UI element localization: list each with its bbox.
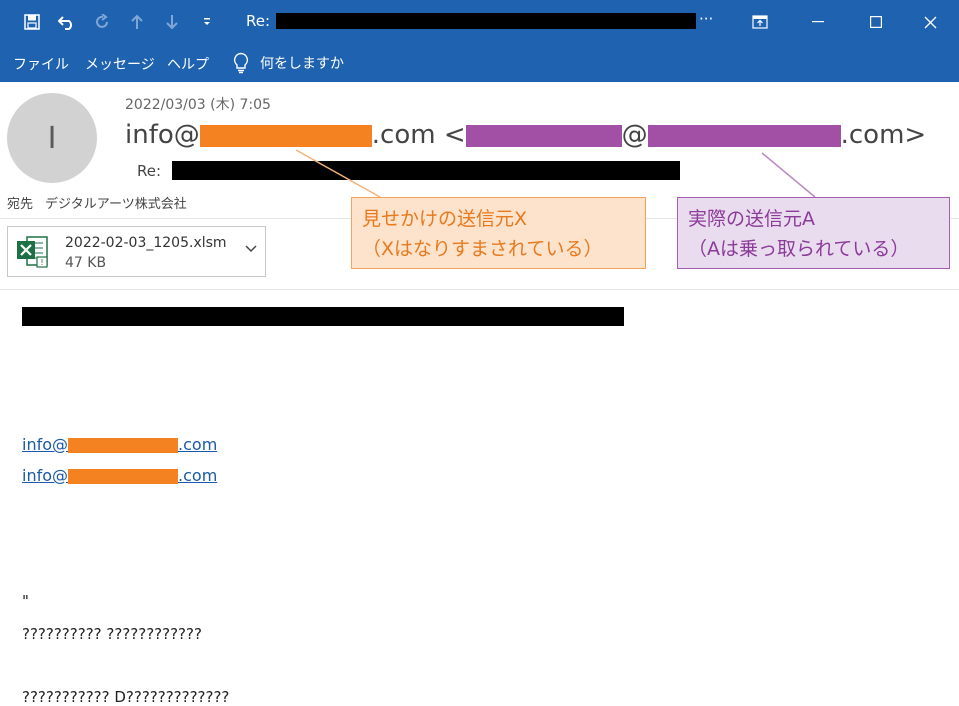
from-domain-suffix: .com xyxy=(371,120,436,150)
body-quote: " xyxy=(22,592,29,610)
callout-text: （Xはなりすまされている） xyxy=(362,238,603,260)
link-prefix: info@ xyxy=(22,466,69,485)
ribbon-display-icon[interactable] xyxy=(731,0,789,44)
from-line[interactable]: info@ .com < @ .com> xyxy=(125,120,926,150)
redacted-display-domain xyxy=(199,124,372,147)
attachment-card[interactable]: ! 2022-02-03_1205.xlsm 47 KB xyxy=(7,226,266,277)
menu-message[interactable]: メッセージ xyxy=(85,54,155,74)
callout-fake-sender: 見せかけの送信元X （Xはなりすまされている） xyxy=(351,197,646,269)
body-line: ?????????? ???????????? xyxy=(22,625,202,643)
avatar: I xyxy=(7,93,97,183)
divider xyxy=(0,289,959,290)
arrow-down-icon[interactable] xyxy=(158,8,186,36)
callout-text: （Aは乗っ取られている） xyxy=(688,238,910,260)
tell-me-label: 何をしますか xyxy=(260,56,344,72)
redacted-real-user xyxy=(465,124,622,147)
attachment-name: 2022-02-03_1205.xlsm xyxy=(65,235,227,251)
from-close-suffix: .com> xyxy=(840,120,927,150)
email-link[interactable]: info@ .com xyxy=(22,466,217,485)
title-ellipsis: ··· xyxy=(699,10,714,28)
window-title: Re: xyxy=(246,12,271,30)
avatar-initial: I xyxy=(47,120,57,156)
callout-text: 見せかけの送信元X xyxy=(362,208,528,230)
redacted-real-domain xyxy=(647,124,841,147)
title-bar: Re: ··· xyxy=(0,0,959,44)
link-suffix: .com xyxy=(178,435,218,454)
tell-me-search[interactable]: 何をしますか xyxy=(232,52,344,74)
redacted-body-line xyxy=(22,307,624,326)
close-icon[interactable] xyxy=(901,0,959,44)
from-prefix: info@ xyxy=(125,120,200,150)
to-value[interactable]: デジタルアーツ株式会社 xyxy=(45,197,187,212)
maximize-icon[interactable] xyxy=(847,0,905,44)
from-at: @ xyxy=(621,120,648,150)
sent-date: 2022/03/03 (木) 7:05 xyxy=(125,97,271,113)
undo-icon[interactable] xyxy=(53,8,81,36)
callout-text: 実際の送信元A xyxy=(688,208,815,230)
svg-text:!: ! xyxy=(40,258,43,267)
lightbulb-icon xyxy=(233,52,249,74)
link-prefix: info@ xyxy=(22,435,69,454)
customize-toolbar-icon[interactable] xyxy=(193,8,221,36)
save-icon[interactable] xyxy=(18,8,46,36)
excel-icon: ! xyxy=(17,236,48,268)
callout-real-sender: 実際の送信元A （Aは乗っ取られている） xyxy=(677,197,950,269)
minimize-icon[interactable] xyxy=(789,0,847,44)
redacted-link-domain xyxy=(68,438,179,453)
to-label: 宛先 xyxy=(7,197,34,212)
from-open-bracket: < xyxy=(443,120,466,150)
link-suffix: .com xyxy=(178,466,218,485)
chevron-down-icon[interactable] xyxy=(245,245,257,253)
arrow-up-icon[interactable] xyxy=(123,8,151,36)
subject-label: Re: xyxy=(137,162,162,180)
menu-bar: ファイル メッセージ ヘルプ xyxy=(0,44,959,82)
attachment-size: 47 KB xyxy=(65,255,107,271)
email-link[interactable]: info@ .com xyxy=(22,435,217,454)
to-line: 宛先 デジタルアーツ株式会社 xyxy=(7,193,199,212)
menu-help[interactable]: ヘルプ xyxy=(167,54,209,74)
redacted-link-domain xyxy=(68,469,179,484)
redacted-subject xyxy=(172,161,680,180)
redacted-title xyxy=(276,13,696,29)
menu-file[interactable]: ファイル xyxy=(13,54,69,74)
redo-icon[interactable] xyxy=(88,8,116,36)
body-line: ??????????? D????????????? xyxy=(22,688,230,706)
